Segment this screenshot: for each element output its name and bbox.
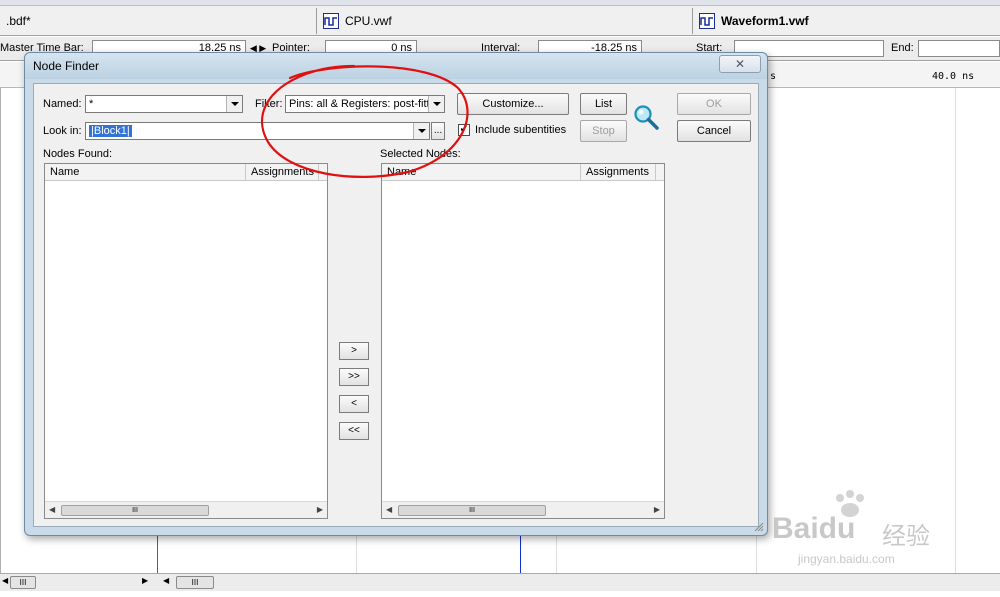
nodes-found-hscroll[interactable]: ◀ III ▶ xyxy=(45,501,327,518)
left-pane-scroll-thumb[interactable]: III xyxy=(10,576,36,589)
customize-button[interactable]: Customize... xyxy=(457,93,569,115)
filter-combo[interactable]: Pins: all & Registers: post-fittin xyxy=(285,95,445,113)
scroll-right-icon[interactable]: ▶ xyxy=(317,505,323,514)
tab-waveform1-vwf-label: Waveform1.vwf xyxy=(721,14,809,28)
stop-button[interactable]: Stop xyxy=(580,120,627,142)
scroll-left-icon[interactable]: ◀ xyxy=(386,505,392,514)
close-button[interactable]: ✕ xyxy=(719,55,761,73)
scroll-left-icon[interactable]: ◀ xyxy=(2,576,8,585)
chevron-down-icon[interactable] xyxy=(413,123,429,139)
list-header: Name Assignments xyxy=(382,164,664,181)
waveform-file-icon xyxy=(323,13,339,29)
list-header: Name Assignments xyxy=(45,164,327,181)
list-button[interactable]: List xyxy=(580,93,627,115)
time-cursor-line[interactable] xyxy=(520,534,521,576)
close-icon: ✕ xyxy=(734,57,746,71)
look-in-combo[interactable]: |Block1| xyxy=(85,122,430,140)
add-all-button[interactable]: >> xyxy=(339,368,369,386)
column-assignments[interactable]: Assignments xyxy=(581,164,656,181)
add-selected-button[interactable]: > xyxy=(339,342,369,360)
scroll-thumb[interactable]: III xyxy=(61,505,209,516)
scroll-thumb[interactable]: III xyxy=(398,505,546,516)
ok-button[interactable]: OK xyxy=(677,93,751,115)
named-combo[interactable]: * xyxy=(85,95,243,113)
remove-all-button[interactable]: << xyxy=(339,422,369,440)
browse-button[interactable]: ... xyxy=(431,122,445,140)
end-label: End: xyxy=(891,42,914,54)
node-pane-border xyxy=(0,88,1,578)
top-strip xyxy=(0,0,1000,6)
scroll-left-icon[interactable]: ◀ xyxy=(49,505,55,514)
look-in-value: |Block1| xyxy=(89,125,132,137)
remove-selected-button[interactable]: < xyxy=(339,395,369,413)
waveform-scroll-thumb[interactable]: III xyxy=(176,576,214,589)
include-subentities-checkbox[interactable]: ✔ xyxy=(458,124,470,136)
nodes-found-list[interactable]: Name Assignments ◀ III ▶ xyxy=(44,163,328,519)
dialog-body: Named: * Filter: Pins: all & Registers: … xyxy=(33,83,759,527)
magnifier-icon xyxy=(634,105,659,130)
selected-nodes-list[interactable]: Name Assignments ◀ III ▶ xyxy=(381,163,665,519)
ruler-label-40ns: 40.0 ns xyxy=(932,71,975,82)
tab-bdf-label: .bdf* xyxy=(6,14,31,28)
tab-waveform1-vwf[interactable]: Waveform1.vwf xyxy=(692,8,1000,34)
chevron-down-icon[interactable] xyxy=(428,96,444,112)
nodes-found-label: Nodes Found: xyxy=(43,148,113,160)
bottom-scrollbars: ◀ III ▶ ◀ III xyxy=(0,573,1000,591)
grid-line xyxy=(955,88,956,576)
tab-cpu-vwf[interactable]: CPU.vwf xyxy=(316,8,692,34)
resize-grip-icon[interactable] xyxy=(752,520,764,532)
named-label: Named: xyxy=(43,98,82,110)
document-tab-bar: .bdf* CPU.vwf Waveform1.vwf xyxy=(0,0,1000,36)
column-name[interactable]: Name xyxy=(45,164,246,181)
scroll-right-icon[interactable]: ▶ xyxy=(654,505,660,514)
dialog-title: Node Finder xyxy=(33,59,100,73)
filter-value: Pins: all & Registers: post-fittin xyxy=(289,98,439,110)
column-name[interactable]: Name xyxy=(382,164,581,181)
dialog-titlebar[interactable]: Node Finder ✕ xyxy=(25,53,767,79)
named-value: * xyxy=(89,98,94,110)
waveform-file-icon xyxy=(699,13,715,29)
tab-cpu-vwf-label: CPU.vwf xyxy=(345,14,392,28)
selected-nodes-hscroll[interactable]: ◀ III ▶ xyxy=(382,501,664,518)
scroll-left-icon[interactable]: ◀ xyxy=(163,576,169,585)
tab-bdf[interactable]: .bdf* xyxy=(0,8,316,34)
include-subentities-label: Include subentities xyxy=(475,124,567,136)
end-field[interactable] xyxy=(918,40,1000,57)
ruler-partial-label: s xyxy=(770,71,777,82)
selected-nodes-label: Selected Nodes: xyxy=(380,148,461,160)
look-in-label: Look in: xyxy=(43,125,82,137)
cancel-button[interactable]: Cancel xyxy=(677,120,751,142)
filter-label: Filter: xyxy=(255,98,283,110)
chevron-down-icon[interactable] xyxy=(226,96,242,112)
column-assignments[interactable]: Assignments xyxy=(246,164,319,181)
scroll-right-icon[interactable]: ▶ xyxy=(142,576,148,585)
